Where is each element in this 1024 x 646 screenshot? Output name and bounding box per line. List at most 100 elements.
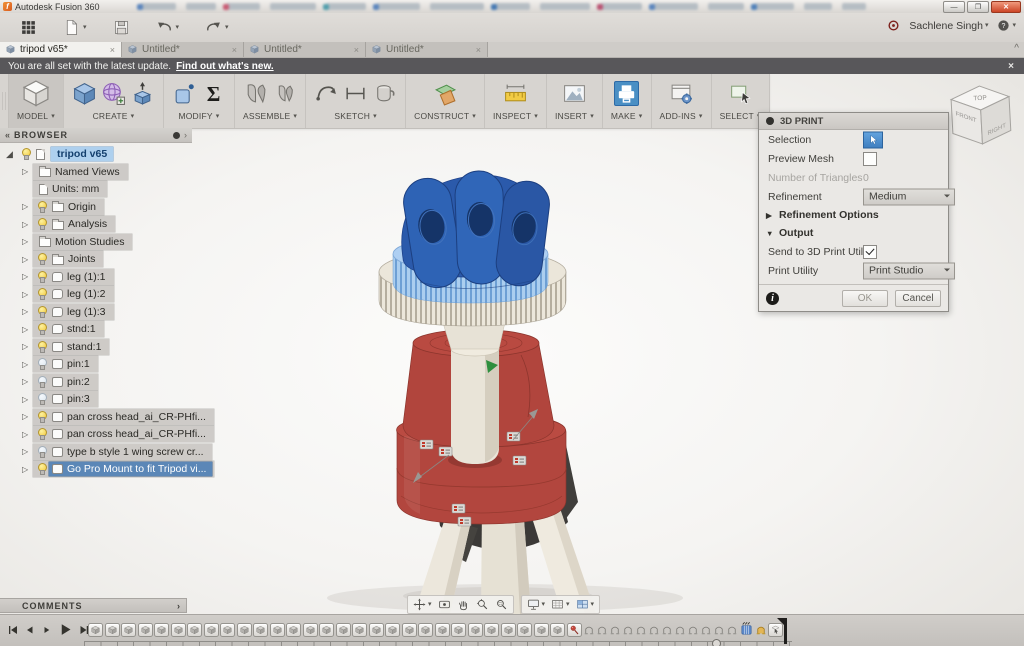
view-cube[interactable]: TOP FRONT RIGHT — [946, 78, 1016, 154]
window-zoom-button[interactable] — [495, 598, 508, 611]
tree-item-leg-1-2[interactable]: ▷leg (1):2 — [0, 286, 192, 303]
tree-item-pin-1[interactable]: ▷pin:1 — [0, 356, 192, 373]
timeline-joint-icon[interactable] — [583, 622, 595, 637]
timeline-feature-box-icon[interactable] — [385, 623, 400, 637]
joint-badge-icon[interactable] — [420, 440, 433, 449]
timeline-ground-icon[interactable] — [739, 620, 754, 637]
toolbar-group-assemble[interactable]: ASSEMBLE▾ — [235, 74, 306, 128]
timeline-feature-box-icon[interactable] — [187, 623, 202, 637]
selection-button[interactable] — [863, 131, 883, 148]
timeline-joint-icon[interactable] — [700, 622, 712, 637]
timeline-feature-box-icon[interactable] — [253, 623, 268, 637]
timeline-feature-box-icon[interactable] — [286, 623, 301, 637]
tab-untitled-1[interactable]: Untitled*× — [122, 42, 244, 57]
expand-arrow-icon[interactable]: ▷ — [22, 237, 33, 246]
tree-item-pin-2[interactable]: ▷pin:2 — [0, 374, 192, 391]
file-button[interactable]: ▾ — [63, 19, 87, 36]
tab-close-icon[interactable]: × — [475, 45, 482, 55]
joint-badge-icon[interactable] — [458, 517, 471, 526]
timeline-feature-box-icon[interactable] — [534, 623, 549, 637]
timeline-feature-box-icon[interactable] — [237, 623, 252, 637]
tree-item-stnd-1[interactable]: ▷stnd:1 — [0, 321, 192, 338]
timeline-joint-icon[interactable] — [648, 622, 660, 637]
joint-badge-icon[interactable] — [513, 456, 526, 465]
display-settings-button[interactable]: ▾ — [527, 598, 546, 611]
timeline-feature-box-icon[interactable] — [105, 623, 120, 637]
insert-image-button[interactable] — [562, 81, 587, 106]
maximize-button[interactable]: ❐ — [967, 1, 989, 13]
info-icon[interactable]: i — [766, 292, 779, 305]
grid-settings-button[interactable]: ▾ — [551, 598, 570, 611]
timeline-feature-box-icon[interactable] — [220, 623, 235, 637]
tree-item-stand-1[interactable]: ▷stand:1 — [0, 339, 192, 356]
toolbar-group-model[interactable]: MODEL▾ — [9, 74, 64, 128]
visibility-bulb-icon[interactable] — [37, 288, 46, 300]
visibility-bulb-icon[interactable] — [37, 306, 46, 318]
joint-badge-icon[interactable] — [439, 447, 452, 456]
step-back-button[interactable] — [24, 624, 36, 636]
expand-arrow-icon[interactable]: ◢ — [6, 149, 17, 160]
timeline-feature-box-icon[interactable] — [468, 623, 483, 637]
timeline-marker-icon[interactable] — [712, 639, 721, 646]
visibility-bulb-icon[interactable] — [37, 428, 46, 440]
tab-close-icon[interactable]: × — [109, 45, 116, 55]
hand-pan-button[interactable] — [457, 598, 470, 611]
toolbar-group-make[interactable]: MAKE▾ — [603, 74, 652, 128]
help-menu[interactable]: ? ▾ — [997, 19, 1016, 32]
expand-arrow-icon[interactable]: ▷ — [22, 167, 33, 176]
joint-badge-icon[interactable] — [452, 504, 465, 513]
tree-item-type-b-style-1-wing-screw-cr[interactable]: ▷type b style 1 wing screw cr... — [0, 444, 192, 461]
line-2pt-button[interactable] — [343, 81, 368, 106]
timeline-feature-box-icon[interactable] — [517, 623, 532, 637]
tree-item-origin[interactable]: ▷Origin — [0, 199, 192, 216]
tab-close-icon[interactable]: × — [231, 45, 238, 55]
expand-arrow-icon[interactable]: ▷ — [22, 307, 33, 316]
timeline-feature-box-icon[interactable] — [451, 623, 466, 637]
toolbar-group-create[interactable]: CREATE▾ — [64, 74, 164, 128]
expand-arrow-icon[interactable]: ▷ — [22, 202, 33, 211]
timeline-feature-box-icon[interactable] — [435, 623, 450, 637]
expand-arrow-icon[interactable]: ▷ — [22, 220, 33, 229]
assemble-a-button[interactable] — [243, 81, 268, 106]
dialog-header[interactable]: 3D PRINT — [759, 113, 948, 130]
visibility-bulb-icon[interactable] — [37, 253, 46, 265]
timeline-joint-icon[interactable] — [687, 622, 699, 637]
measure-button[interactable] — [503, 81, 528, 106]
sigma-button[interactable]: Σ — [201, 81, 226, 106]
visibility-bulb-icon[interactable] — [37, 358, 46, 370]
visibility-bulb-icon[interactable] — [37, 341, 46, 353]
tab-untitled-2[interactable]: Untitled*× — [244, 42, 366, 57]
notification-close-icon[interactable]: × — [1008, 61, 1014, 72]
tree-item-leg-1-1[interactable]: ▷leg (1):1 — [0, 269, 192, 286]
expand-arrow-icon[interactable]: ▷ — [22, 272, 33, 281]
tree-item-leg-1-3[interactable]: ▷leg (1):3 — [0, 304, 192, 321]
timeline-feature-box-icon[interactable] — [204, 623, 219, 637]
tree-item-analysis[interactable]: ▷Analysis — [0, 216, 192, 233]
close-button[interactable]: ✕ — [991, 1, 1021, 13]
expand-arrow-icon[interactable]: ▷ — [22, 255, 33, 264]
minimize-button[interactable]: — — [943, 1, 965, 13]
panel-dot-icon[interactable] — [173, 132, 180, 139]
toolbar-grip[interactable] — [0, 74, 9, 128]
user-menu[interactable]: Sachlene Singh ▾ — [909, 20, 988, 32]
timeline-feature-box-icon[interactable] — [352, 623, 367, 637]
timeline-joint-icon[interactable] — [726, 622, 738, 637]
pipe-button[interactable] — [372, 81, 397, 106]
3d-viewport[interactable]: MODEL▾CREATE▾ΣMODIFY▾ASSEMBLE▾SKETCH▾CON… — [0, 74, 1024, 614]
timeline-feature-box-icon[interactable] — [303, 623, 318, 637]
tab-close-icon[interactable]: × — [353, 45, 360, 55]
timeline-feature-box-icon[interactable] — [171, 623, 186, 637]
tree-item-motion-studies[interactable]: ▷Motion Studies — [0, 234, 192, 251]
timeline-pin-red-icon[interactable] — [567, 623, 582, 637]
timeline-joint-icon[interactable] — [609, 622, 621, 637]
viewports-button[interactable]: ▾ — [576, 598, 595, 611]
zoom-button[interactable] — [476, 598, 489, 611]
expand-arrow-icon[interactable]: ▷ — [22, 290, 33, 299]
tree-item-units-mm[interactable]: Units: mm — [0, 181, 192, 198]
timeline-ruler[interactable] — [84, 641, 792, 646]
print-utility-dropdown[interactable]: Print Studio — [863, 262, 955, 279]
timeline-feature-box-icon[interactable] — [138, 623, 153, 637]
panel-chevron-icon[interactable]: › — [184, 130, 188, 140]
expand-arrow-icon[interactable]: ▷ — [22, 465, 33, 474]
collapse-panel-icon[interactable]: « — [5, 130, 10, 140]
